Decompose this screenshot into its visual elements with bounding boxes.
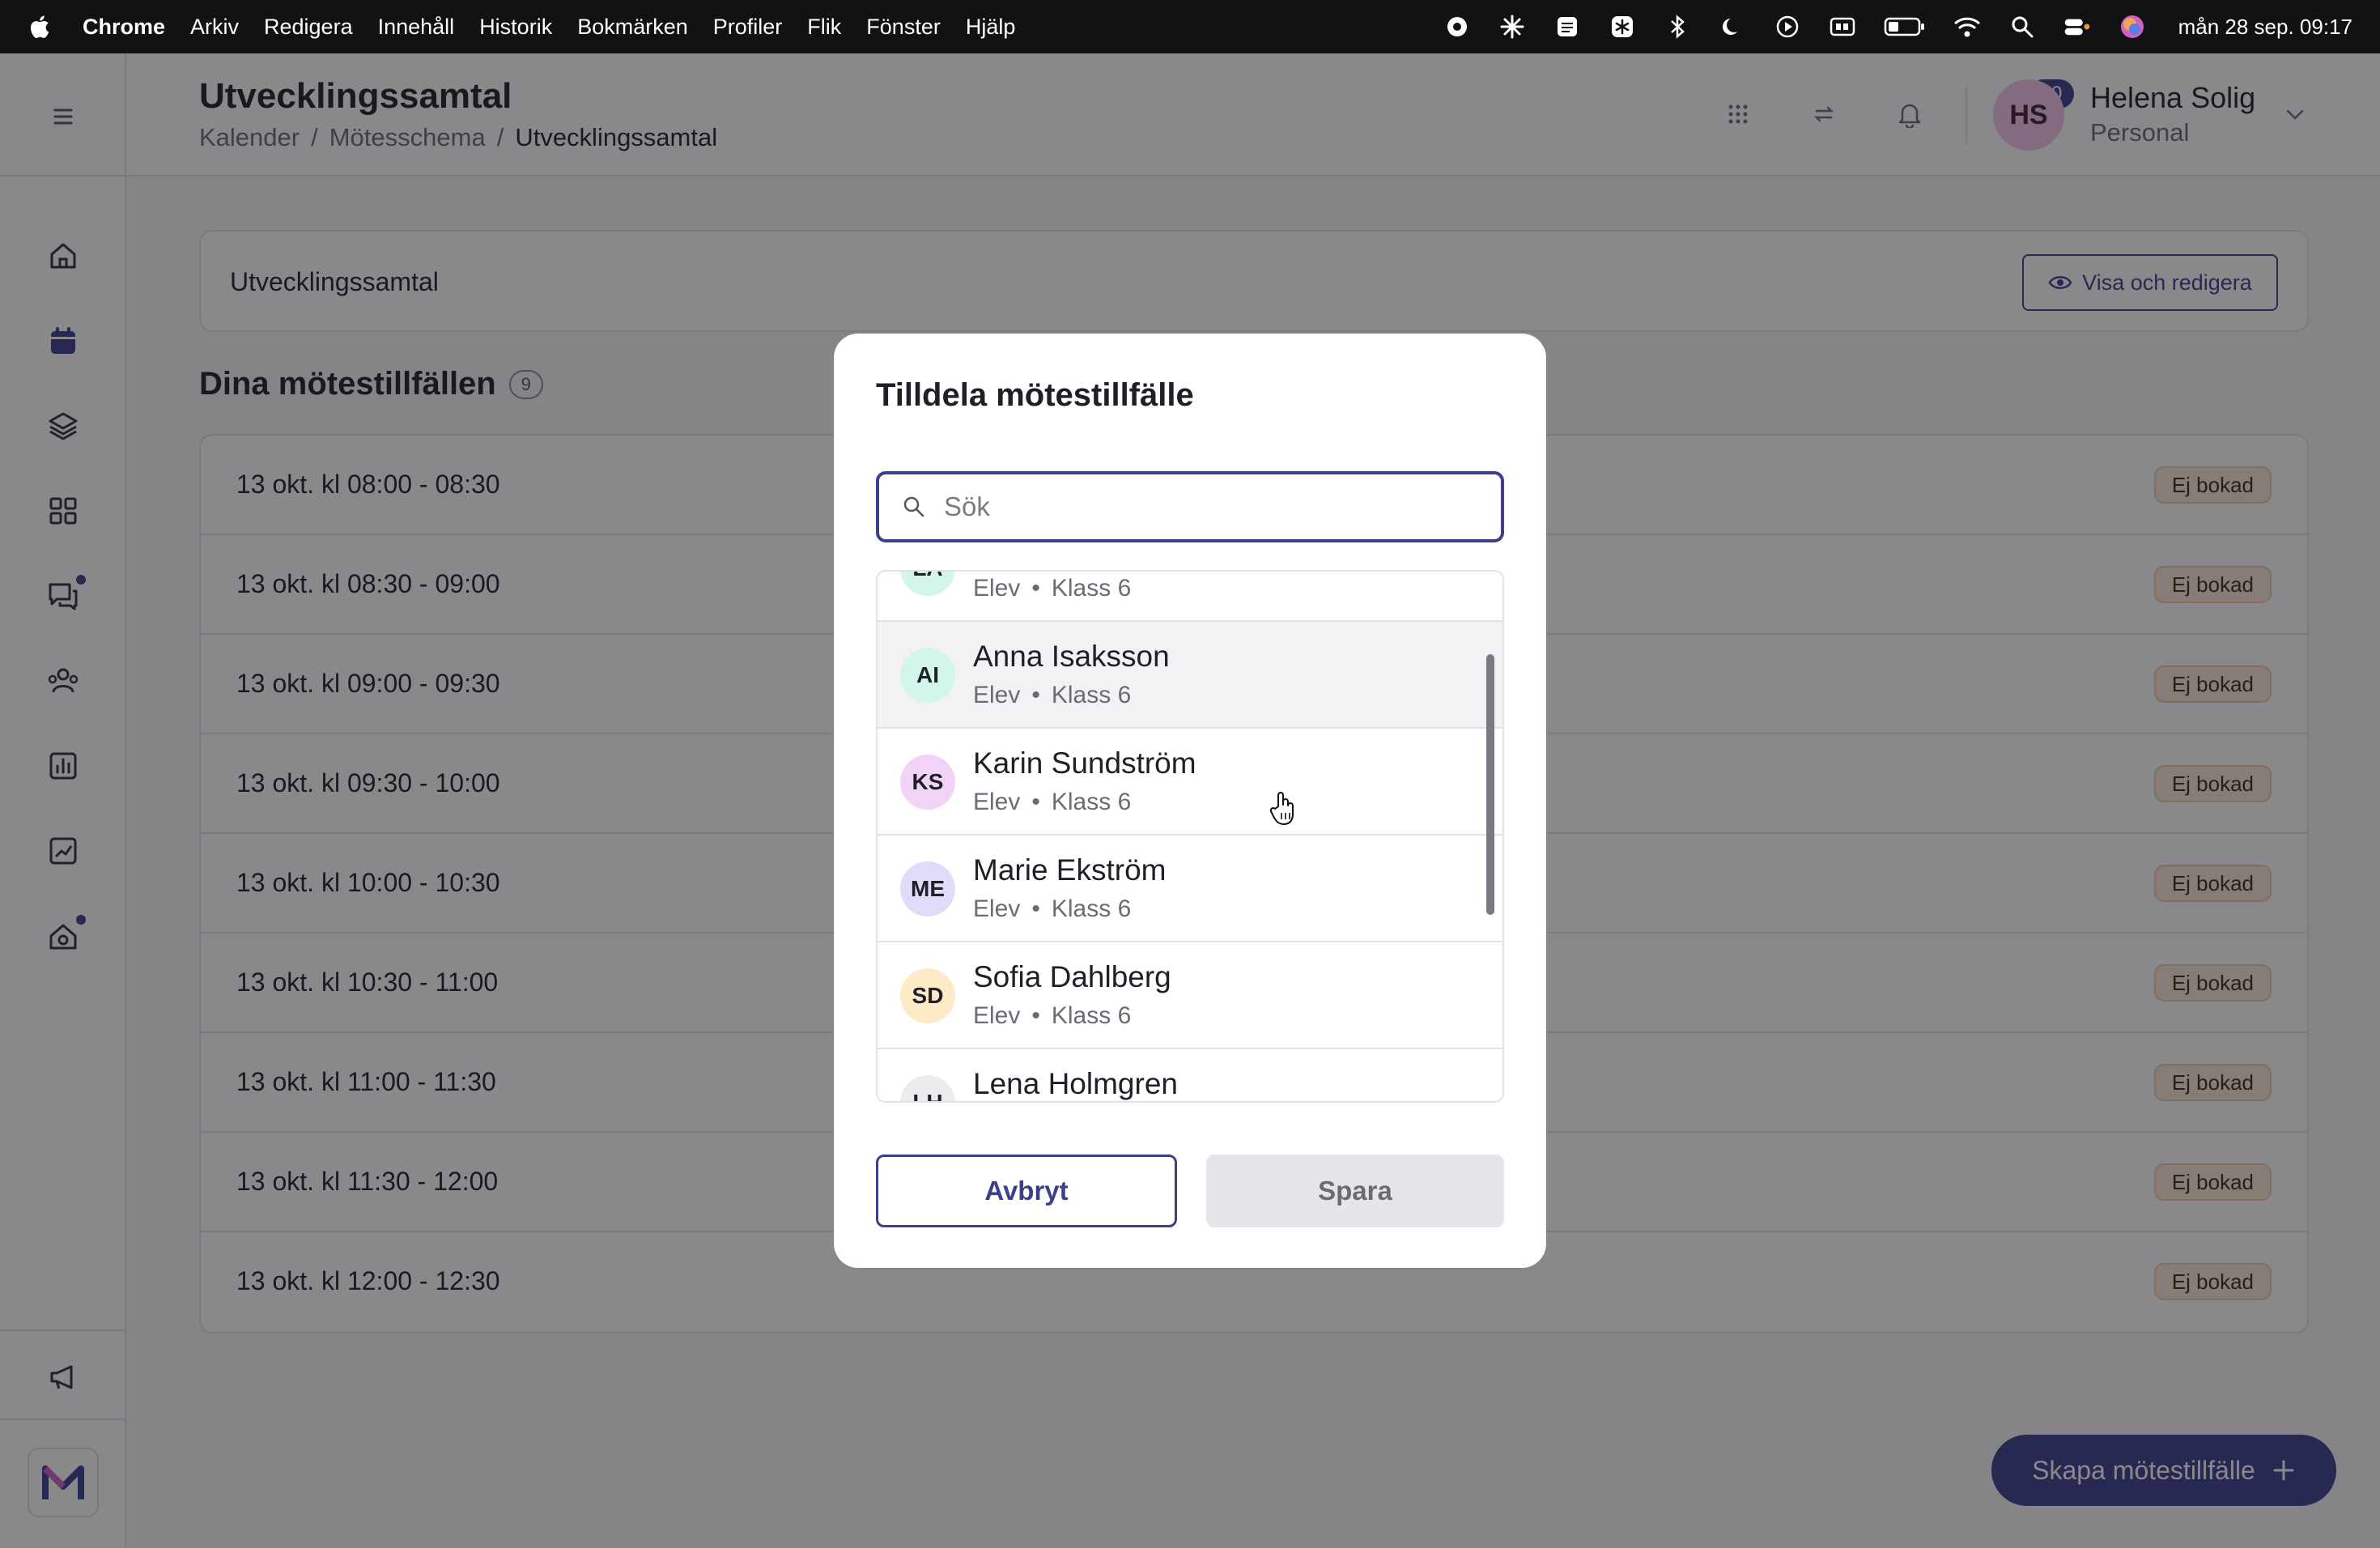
battery-icon[interactable] bbox=[1884, 13, 1926, 40]
menu-historik[interactable]: Historik bbox=[479, 15, 552, 40]
bullet-separator: • bbox=[1031, 789, 1040, 815]
control-center-icon[interactable] bbox=[2063, 13, 2091, 40]
person-class: Klass 6 bbox=[1051, 1002, 1132, 1029]
avatar: KS bbox=[900, 755, 955, 810]
notes-icon[interactable] bbox=[1553, 13, 1581, 40]
menu-redigera[interactable]: Redigera bbox=[264, 15, 353, 40]
person-role: Elev bbox=[973, 682, 1021, 708]
person-name: Marie Ekström bbox=[973, 853, 1167, 887]
avatar: SD bbox=[900, 968, 955, 1023]
cancel-button[interactable]: Avbryt bbox=[876, 1155, 1177, 1227]
list-item[interactable]: AI Anna Isaksson Elev • Klass 6 bbox=[878, 622, 1502, 729]
siri-icon[interactable] bbox=[2119, 13, 2146, 40]
menu-arkiv[interactable]: Arkiv bbox=[190, 15, 239, 40]
menu-innehall[interactable]: Innehåll bbox=[378, 15, 455, 40]
person-meta: Elev • Klass 6 bbox=[973, 789, 1131, 816]
list-scrollbar[interactable] bbox=[1486, 654, 1494, 915]
avatar: LH bbox=[900, 1075, 955, 1101]
avatar: ME bbox=[900, 861, 955, 916]
list-item[interactable]: SD Sofia Dahlberg Elev • Klass 6 bbox=[878, 942, 1502, 1049]
list-item[interactable]: LA Elev • Klass 6 bbox=[878, 572, 1502, 622]
spotlight-search-icon[interactable] bbox=[2008, 13, 2036, 40]
assign-slot-dialog: Tilldela mötestillfälle LA Elev • Klass 6 … bbox=[834, 334, 1546, 1268]
avatar: AI bbox=[900, 648, 955, 703]
person-name: Lena Holmgren bbox=[973, 1067, 1178, 1100]
person-class: Klass 6 bbox=[1051, 895, 1132, 922]
play-icon[interactable] bbox=[1774, 13, 1801, 40]
record-icon[interactable] bbox=[1443, 13, 1471, 40]
person-role: Elev bbox=[973, 895, 1021, 922]
person-meta: Elev • Klass 6 bbox=[973, 895, 1131, 923]
apple-icon[interactable] bbox=[28, 14, 50, 40]
person-role: Elev bbox=[973, 1002, 1021, 1029]
person-class: Klass 6 bbox=[1051, 789, 1132, 815]
menu-profiler[interactable]: Profiler bbox=[713, 15, 783, 40]
avatar: LA bbox=[900, 572, 955, 596]
person-meta: Elev • Klass 6 bbox=[973, 682, 1131, 709]
macos-menubar: Chrome Arkiv Redigera Innehåll Historik … bbox=[0, 0, 2380, 53]
person-name: Karin Sundström bbox=[973, 746, 1196, 780]
bullet-separator: • bbox=[1031, 895, 1040, 922]
person-role: Elev bbox=[973, 575, 1021, 602]
bullet-separator: • bbox=[1031, 575, 1040, 602]
search-input[interactable] bbox=[944, 491, 1462, 522]
person-meta: Elev • Klass 6 bbox=[973, 1002, 1131, 1030]
menu-hjalp[interactable]: Hjälp bbox=[966, 15, 1016, 40]
person-name: Sofia Dahlberg bbox=[973, 960, 1171, 993]
list-item[interactable]: KS Karin Sundström Elev • Klass 6 bbox=[878, 729, 1502, 836]
moon-icon[interactable] bbox=[1719, 13, 1746, 40]
bluetooth-icon[interactable] bbox=[1664, 13, 1691, 40]
menu-app-name[interactable]: Chrome bbox=[83, 15, 165, 40]
bullet-separator: • bbox=[1031, 682, 1040, 708]
menu-fonster[interactable]: Fönster bbox=[866, 15, 941, 40]
person-class: Klass 6 bbox=[1051, 682, 1132, 708]
menubar-clock[interactable]: mån 28 sep. 09:17 bbox=[2178, 15, 2352, 40]
person-role: Elev bbox=[973, 789, 1021, 815]
sparkle-icon[interactable] bbox=[1498, 13, 1526, 40]
person-meta: Elev • Klass 6 bbox=[973, 575, 1131, 602]
list-item[interactable]: ME Marie Ekström Elev • Klass 6 bbox=[878, 836, 1502, 942]
dialog-title: Tilldela mötestillfälle bbox=[876, 377, 1194, 413]
save-button[interactable]: Spara bbox=[1206, 1155, 1504, 1227]
person-name: Anna Isaksson bbox=[973, 640, 1170, 673]
bullet-separator: • bbox=[1031, 1002, 1040, 1029]
wifi-icon[interactable] bbox=[1953, 13, 1981, 40]
snowflake-app-icon[interactable] bbox=[1609, 13, 1636, 40]
search-field bbox=[876, 471, 1504, 542]
hand-cursor-icon bbox=[1269, 792, 1294, 825]
menu-bokmarken[interactable]: Bokmärken bbox=[577, 15, 688, 40]
menu-flik[interactable]: Flik bbox=[807, 15, 841, 40]
search-icon bbox=[903, 496, 924, 517]
input-source-icon[interactable] bbox=[1829, 13, 1856, 40]
list-item[interactable]: LH Lena Holmgren Elev•Klass 6 bbox=[878, 1049, 1502, 1101]
people-list-scroll: LA Elev • Klass 6 AI Anna Isaksson Elev • Kl… bbox=[878, 572, 1502, 1101]
person-class: Klass 6 bbox=[1051, 575, 1132, 602]
people-list[interactable]: LA Elev • Klass 6 AI Anna Isaksson Elev • Kl… bbox=[876, 570, 1504, 1103]
